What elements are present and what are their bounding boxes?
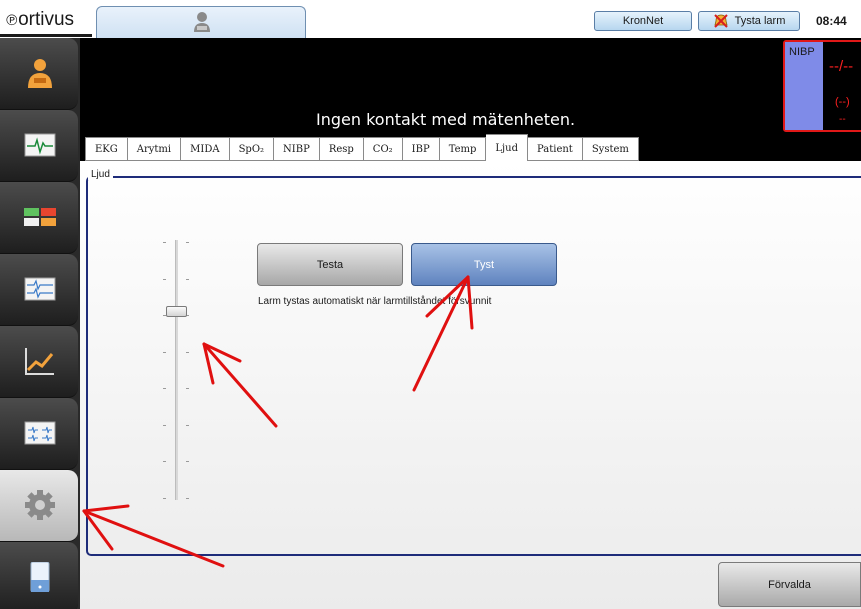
tab-label: Arytmi (136, 143, 172, 155)
ecg-waveform-icon (24, 133, 56, 157)
slider-tick (186, 388, 189, 389)
sidebar-item-waveforms[interactable] (0, 254, 78, 326)
slider-tick (186, 498, 189, 499)
tab-label: CO₂ (372, 143, 393, 155)
kronnet-button[interactable]: KronNet (594, 11, 692, 31)
nibp-value: --/-- (829, 58, 854, 75)
slider-tick (186, 425, 189, 426)
sidebar-item-review[interactable] (0, 398, 78, 470)
logo-underline (0, 34, 92, 37)
tab-label: IBP (411, 143, 430, 155)
test-sound-label: Testa (316, 258, 344, 271)
sidebar-item-settings[interactable] (0, 470, 78, 542)
sound-groupbox (86, 176, 861, 556)
slider-tick (163, 498, 166, 499)
tab-label: Resp (328, 143, 354, 155)
sidebar-item-layout[interactable] (0, 182, 78, 254)
logo-mark: ℗ (6, 12, 18, 29)
patient-silhouette-icon (194, 12, 210, 32)
gear-icon (25, 490, 55, 520)
tab-label: SpO₂ (238, 143, 265, 155)
patient-icon (28, 59, 52, 88)
color-blocks-icon (24, 208, 56, 226)
test-sound-button[interactable]: Testa (257, 243, 403, 286)
tab-label: NIBP (283, 143, 310, 155)
tab-label: Ljud (495, 142, 518, 154)
multi-waveform-icon (24, 277, 56, 301)
volume-slider-thumb[interactable] (166, 306, 187, 317)
slider-tick (186, 242, 189, 243)
sidebar-item-trends[interactable] (0, 326, 78, 398)
tab-arytmi[interactable]: Arytmi (127, 137, 182, 161)
tab-nibp[interactable]: NIBP (274, 137, 320, 161)
tab-mida[interactable]: MIDA (181, 137, 230, 161)
tab-resp[interactable]: Resp (319, 137, 364, 161)
tab-label: EKG (95, 143, 118, 155)
settings-tabs: EKG Arytmi MIDA SpO₂ NIBP Resp CO₂ IBP T… (85, 134, 639, 161)
nibp-extra: -- (839, 114, 846, 125)
sidebar-item-device[interactable] (0, 542, 78, 609)
tab-co2[interactable]: CO₂ (363, 137, 403, 161)
sound-group-label: Ljud (88, 169, 113, 180)
logo-text: ortivus (18, 9, 75, 30)
slider-tick (163, 279, 166, 280)
slider-tick (163, 425, 166, 426)
slider-tick (186, 279, 189, 280)
tab-label: MIDA (190, 143, 220, 155)
sidebar-item-ecg[interactable] (0, 110, 78, 182)
slider-tick (186, 352, 189, 353)
slider-tick (163, 242, 166, 243)
trend-chart-icon (25, 348, 54, 375)
slider-tick (186, 461, 189, 462)
tab-spo2[interactable]: SpO₂ (229, 137, 275, 161)
nibp-parameter-box[interactable]: NIBP --/-- (--) -- (783, 40, 861, 132)
ortivus-logo: ℗ ortivus (6, 9, 74, 35)
auto-silence-info: Larm tystas automatiskt när larmtillstån… (258, 296, 492, 307)
tab-label: System (591, 143, 629, 155)
tab-label: Patient (536, 143, 573, 155)
silence-alarm-button[interactable]: Tysta larm (698, 11, 800, 31)
top-bar: ℗ ortivus KronNet Tysta larm 08:44 (0, 0, 861, 38)
device-icon (30, 562, 50, 592)
tab-patient[interactable]: Patient (527, 137, 583, 161)
default-settings-label: Förvalda (768, 578, 811, 591)
tab-system[interactable]: System (582, 137, 639, 161)
nibp-title: NIBP (789, 46, 815, 58)
tab-ekg[interactable]: EKG (85, 137, 128, 161)
mute-button[interactable]: Tyst (411, 243, 557, 286)
muted-bell-icon (713, 14, 728, 28)
tab-temp[interactable]: Temp (439, 137, 487, 161)
clock: 08:44 (816, 14, 847, 28)
slider-tick (163, 352, 166, 353)
status-message: Ingen kontakt med mätenheten. (316, 110, 576, 129)
tab-label: Temp (448, 143, 477, 155)
silence-alarm-label: Tysta larm (734, 15, 786, 27)
slider-tick (163, 461, 166, 462)
sidebar (0, 38, 80, 609)
tab-ljud[interactable]: Ljud (486, 134, 528, 161)
nibp-label-panel: NIBP (785, 42, 823, 130)
volume-slider-track[interactable] (175, 240, 178, 500)
tab-ibp[interactable]: IBP (402, 137, 440, 161)
sidebar-item-patient[interactable] (0, 38, 78, 110)
mute-label: Tyst (473, 258, 495, 271)
waveform-grid-icon (24, 421, 56, 445)
patient-tab[interactable] (96, 6, 306, 38)
slider-tick (163, 388, 166, 389)
kronnet-label: KronNet (622, 15, 664, 27)
default-settings-button[interactable]: Förvalda (718, 562, 861, 607)
nibp-mean: (--) (835, 96, 850, 108)
